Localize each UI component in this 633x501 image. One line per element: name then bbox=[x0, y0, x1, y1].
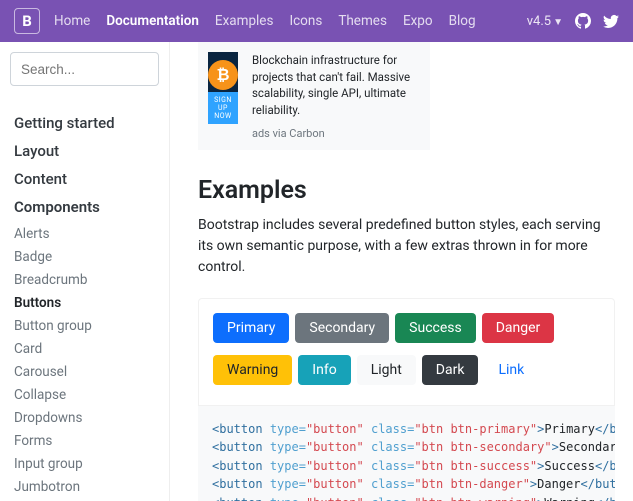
warning-button[interactable]: Warning bbox=[213, 355, 292, 385]
page-body: Getting started Layout Content Components Al… bbox=[0, 42, 633, 501]
ad-image: ₿ SIGN UP NOW bbox=[208, 52, 238, 124]
nav-item-themes[interactable]: Themes bbox=[338, 13, 387, 29]
logo-letter: B bbox=[22, 12, 32, 30]
dark-button[interactable]: Dark bbox=[422, 355, 479, 385]
sidebar-group-components[interactable]: Components bbox=[14, 198, 155, 216]
sidebar-item-button-group[interactable]: Button group bbox=[14, 314, 159, 337]
sidebar-item-carousel[interactable]: Carousel bbox=[14, 360, 159, 383]
sidebar-item-input-group[interactable]: Input group bbox=[14, 452, 159, 475]
secondary-button[interactable]: Secondary bbox=[295, 313, 389, 343]
examples-lead: Bootstrap includes several predefined bu… bbox=[198, 215, 615, 278]
nav-item-documentation[interactable]: Documentation bbox=[106, 13, 199, 29]
nav-links: Home Documentation Examples Icons Themes Expo… bbox=[54, 13, 513, 29]
primary-button[interactable]: Primary bbox=[213, 313, 289, 343]
sidebar-item-card[interactable]: Card bbox=[14, 337, 159, 360]
github-icon[interactable] bbox=[575, 13, 591, 29]
sidebar-item-forms[interactable]: Forms bbox=[14, 429, 159, 452]
search-input[interactable] bbox=[10, 52, 159, 86]
nav-item-home[interactable]: Home bbox=[54, 13, 90, 29]
top-nav: B Home Documentation Examples Icons Themes Ex… bbox=[0, 0, 633, 42]
sidebar-group-layout[interactable]: Layout bbox=[14, 142, 155, 160]
examples-heading: Examples bbox=[198, 176, 615, 205]
nav-item-icons[interactable]: Icons bbox=[289, 13, 322, 29]
ad-credit: ads via Carbon bbox=[252, 127, 420, 140]
version-dropdown[interactable]: v4.5▼ bbox=[527, 14, 563, 29]
logo[interactable]: B bbox=[14, 8, 40, 34]
sidebar-item-buttons[interactable]: Buttons bbox=[14, 291, 159, 314]
chevron-down-icon: ▼ bbox=[553, 17, 563, 28]
ad-cta: SIGN UP NOW bbox=[208, 92, 238, 124]
ad-text-col: Blockchain infrastructure for projects t… bbox=[252, 52, 420, 140]
sidebar-item-breadcrumb[interactable]: Breadcrumb bbox=[14, 268, 159, 291]
sidebar-item-alerts[interactable]: Alerts bbox=[14, 222, 159, 245]
bitcoin-icon: ₿ bbox=[208, 60, 238, 90]
sidebar-group-content[interactable]: Content bbox=[14, 170, 155, 188]
button-row: PrimarySecondarySuccessDanger WarningInfo… bbox=[213, 313, 600, 391]
main-content: ₿ SIGN UP NOW Blockchain infrastructure … bbox=[170, 42, 633, 501]
nav-item-examples[interactable]: Examples bbox=[215, 13, 274, 29]
nav-right: v4.5▼ bbox=[527, 13, 619, 29]
twitter-icon[interactable] bbox=[603, 13, 619, 29]
sidebar-group-getting-started[interactable]: Getting started bbox=[14, 114, 155, 132]
info-button[interactable]: Info bbox=[298, 355, 350, 385]
sidebar: Getting started Layout Content Components Al… bbox=[0, 42, 170, 501]
success-button[interactable]: Success bbox=[395, 313, 476, 343]
example-preview: PrimarySecondarySuccessDanger WarningInfo… bbox=[198, 298, 615, 406]
sidebar-item-jumbotron[interactable]: Jumbotron bbox=[14, 475, 159, 498]
link-button[interactable]: Link bbox=[484, 355, 538, 385]
sidebar-item-collapse[interactable]: Collapse bbox=[14, 383, 159, 406]
nav-item-blog[interactable]: Blog bbox=[449, 13, 476, 29]
code-block[interactable]: <button type="button" class="btn btn-pri… bbox=[198, 406, 615, 501]
ad-card[interactable]: ₿ SIGN UP NOW Blockchain infrastructure … bbox=[198, 42, 430, 150]
sidebar-item-badge[interactable]: Badge bbox=[14, 245, 159, 268]
sidebar-item-dropdowns[interactable]: Dropdowns bbox=[14, 406, 159, 429]
version-label: v4.5 bbox=[527, 14, 551, 29]
nav-item-expo[interactable]: Expo bbox=[403, 13, 433, 29]
light-button[interactable]: Light bbox=[357, 355, 416, 385]
danger-button[interactable]: Danger bbox=[482, 313, 555, 343]
ad-headline: Blockchain infrastructure for projects t… bbox=[252, 52, 420, 119]
